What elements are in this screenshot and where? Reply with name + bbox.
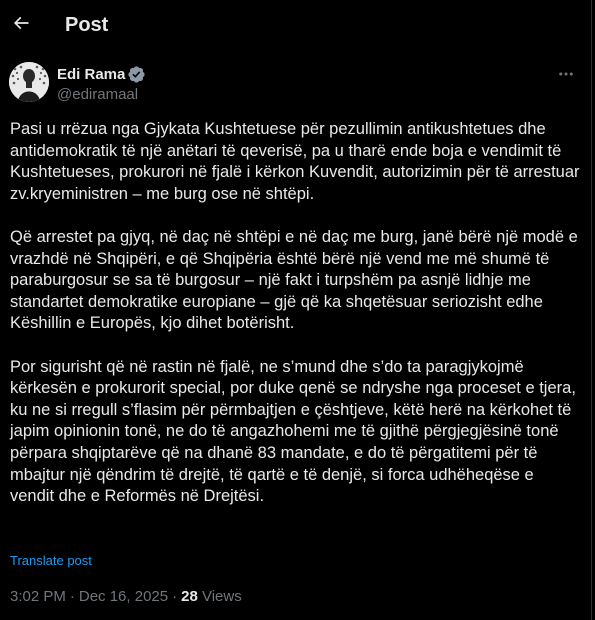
page-title: Post <box>65 14 109 36</box>
post-date[interactable]: Dec 16, 2025 <box>79 588 168 605</box>
separator: · <box>69 588 75 605</box>
more-horizontal-icon <box>559 72 573 76</box>
profile-photo <box>9 62 49 102</box>
arrow-left-icon <box>13 16 29 30</box>
post-paragraph: Që arrestet pa gjyq, në daç në shtëpi e … <box>10 227 578 333</box>
separator: · <box>172 588 178 605</box>
post-detail-panel: Post Edi Rama @ediramaal Pasi u rrëzua n… <box>0 0 592 620</box>
views-count: 28 <box>181 588 198 605</box>
more-options-button[interactable] <box>553 62 579 86</box>
top-bar: Post <box>0 0 592 52</box>
author-name[interactable]: Edi Rama <box>57 66 125 84</box>
post-paragraph: Por sigurisht që në rastin në fjalë, ne … <box>10 357 576 506</box>
verified-badge-icon <box>128 66 145 83</box>
translate-post-link[interactable]: Translate post <box>10 553 92 569</box>
post-text: Pasi u rrëzua nga Gjykata Kushtetuese pë… <box>10 119 580 508</box>
avatar[interactable] <box>9 62 49 102</box>
post-metadata: 3:02 PM · Dec 16, 2025 · 28 Views <box>10 588 242 606</box>
author-handle[interactable]: @ediramaal <box>57 86 138 104</box>
views-label: Views <box>201 588 242 605</box>
post-paragraph: Pasi u rrëzua nga Gjykata Kushtetuese pë… <box>10 120 580 203</box>
back-button[interactable] <box>4 6 38 40</box>
post-time[interactable]: 3:02 PM <box>10 588 66 605</box>
